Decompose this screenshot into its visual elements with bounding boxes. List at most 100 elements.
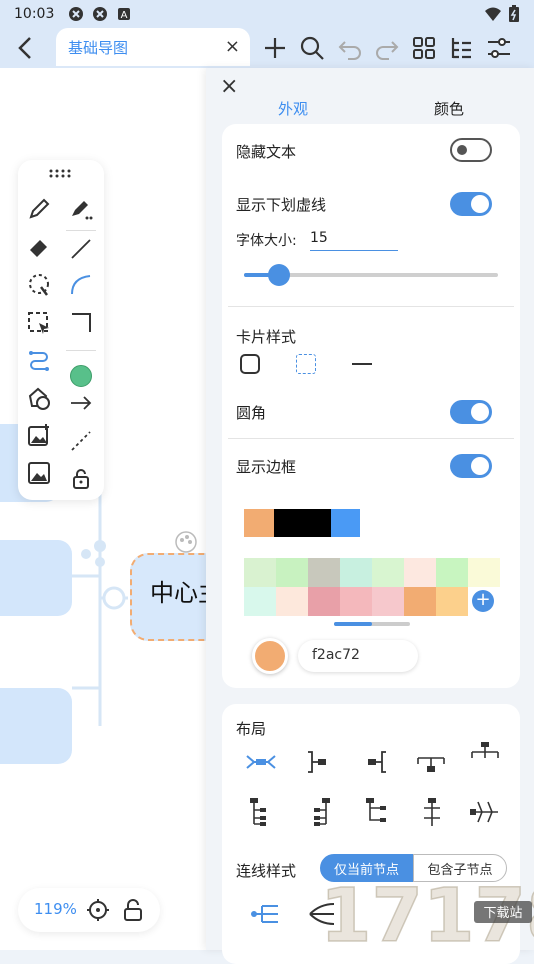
recent-color-swatch[interactable]	[274, 509, 331, 537]
divider	[228, 306, 514, 307]
hide-text-toggle[interactable]	[450, 138, 492, 162]
line-style-label: 连线样式	[236, 862, 297, 880]
font-size-label: 字体大小:	[236, 233, 297, 249]
lock-icon[interactable]	[68, 466, 94, 492]
color-dot[interactable]	[70, 365, 92, 387]
palette-swatch[interactable]	[276, 558, 308, 587]
layout-down-icon[interactable]	[414, 748, 448, 776]
hex-color-input[interactable]: f2ac72	[298, 640, 418, 672]
image-add-icon[interactable]	[26, 422, 52, 448]
select-icon[interactable]	[26, 310, 52, 336]
drawing-tool-panel	[18, 160, 104, 500]
lasso-icon[interactable]	[26, 272, 52, 298]
corner-icon[interactable]	[68, 310, 94, 336]
battery-icon	[509, 5, 519, 22]
underline-toggle[interactable]	[450, 192, 492, 216]
font-size-slider-thumb[interactable]	[268, 264, 290, 286]
app-icon	[69, 7, 84, 21]
grid-icon[interactable]	[410, 34, 438, 62]
palette-swatch[interactable]	[244, 558, 276, 587]
palette-scroll-thumb[interactable]	[334, 622, 372, 626]
palette-swatch[interactable]	[468, 558, 500, 587]
status-bar: 10:03 A	[0, 0, 534, 28]
palette-swatch[interactable]	[244, 587, 276, 616]
panel-close-icon[interactable]: ×	[220, 74, 238, 99]
layout-org-icon[interactable]	[358, 798, 392, 826]
pencil-icon[interactable]	[26, 196, 52, 222]
font-size-input[interactable]: 15	[310, 230, 398, 251]
layout-up-icon[interactable]	[468, 740, 502, 768]
card-style-label: 卡片样式	[236, 328, 297, 346]
status-time: 10:03	[14, 6, 55, 22]
tab-color[interactable]: 颜色	[434, 98, 464, 119]
unlock-icon[interactable]	[122, 898, 144, 922]
recent-color-swatch[interactable]	[331, 509, 360, 537]
undo-icon[interactable]	[336, 34, 364, 62]
color-palette	[244, 558, 500, 616]
connector-icon[interactable]	[26, 348, 52, 374]
layout-tree-right-icon[interactable]	[244, 798, 278, 826]
wifi-icon	[485, 7, 501, 21]
card-style-line[interactable]	[352, 363, 372, 365]
appearance-card: 隐藏文本 显示下划虚线 字体大小: 15 卡片样式 圆角 显示边框 + f2ac…	[222, 124, 520, 688]
watermark-logo: 17178 下载站	[319, 872, 534, 950]
line-icon[interactable]	[68, 236, 94, 262]
card-style-rounded[interactable]	[240, 354, 260, 374]
zoom-level[interactable]: 119%	[34, 900, 77, 918]
shapes-icon[interactable]	[26, 386, 52, 412]
a-icon: A	[118, 8, 131, 21]
zoom-bar: 119%	[18, 888, 160, 932]
palette-swatch[interactable]	[372, 587, 404, 616]
recent-color-swatch[interactable]	[244, 509, 274, 537]
palette-swatch[interactable]	[404, 587, 436, 616]
layout-timeline-icon[interactable]	[414, 798, 448, 826]
dashed-line-icon[interactable]	[68, 428, 94, 454]
line-style-straight-icon[interactable]	[248, 900, 282, 928]
palette-swatch[interactable]	[308, 558, 340, 587]
rounded-toggle[interactable]	[450, 400, 492, 424]
divider	[228, 438, 514, 439]
layout-fishbone-icon[interactable]	[468, 798, 502, 826]
image-icon[interactable]	[26, 460, 52, 486]
palette-swatch[interactable]	[276, 587, 308, 616]
palette-swatch[interactable]	[436, 587, 468, 616]
tab-title: 基础导图	[68, 38, 129, 57]
border-toggle[interactable]	[450, 454, 492, 478]
back-icon[interactable]	[10, 32, 42, 64]
arrow-icon[interactable]	[68, 390, 94, 416]
palette-swatch[interactable]	[340, 558, 372, 587]
layout-label: 布局	[236, 720, 267, 738]
svg-text:下载站: 下载站	[483, 906, 522, 921]
add-color-icon[interactable]: +	[472, 590, 494, 612]
outline-icon[interactable]	[447, 34, 475, 62]
drag-handle-icon[interactable]	[48, 168, 72, 178]
layout-left-icon[interactable]	[358, 748, 392, 776]
redo-icon[interactable]	[373, 34, 401, 62]
card-style-dashed[interactable]	[296, 354, 316, 374]
svg-text:A: A	[121, 10, 128, 21]
top-bar: 基础导图 ×	[0, 28, 534, 68]
layout-mindmap-icon[interactable]	[244, 748, 278, 776]
palette-swatch[interactable]	[308, 587, 340, 616]
arc-icon[interactable]	[68, 272, 94, 298]
app-icon	[93, 7, 108, 21]
palette-swatch[interactable]	[404, 558, 436, 587]
palette-icon[interactable]	[174, 530, 198, 554]
tab-mindmap[interactable]: 基础导图 ×	[56, 28, 250, 66]
tab-appearance[interactable]: 外观	[278, 98, 308, 119]
settings-icon[interactable]	[485, 34, 513, 62]
palette-swatch[interactable]	[436, 558, 468, 587]
add-icon[interactable]	[261, 34, 289, 62]
locate-icon[interactable]	[86, 898, 110, 922]
palette-swatch[interactable]	[372, 558, 404, 587]
palette-swatch[interactable]	[340, 587, 372, 616]
marker-icon[interactable]	[68, 196, 94, 222]
branch-node[interactable]	[0, 688, 72, 764]
border-label: 显示边框	[236, 458, 297, 476]
layout-right-icon[interactable]	[302, 748, 336, 776]
tab-close-icon[interactable]: ×	[225, 36, 240, 57]
search-icon[interactable]	[298, 34, 326, 62]
layout-tree-left-icon[interactable]	[302, 798, 336, 826]
eraser-icon[interactable]	[26, 234, 52, 260]
branch-node[interactable]	[0, 540, 72, 616]
